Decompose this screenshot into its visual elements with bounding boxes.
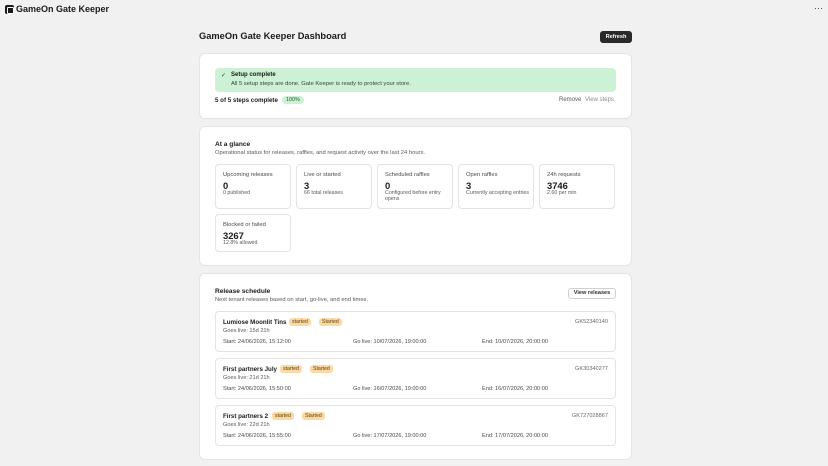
release-schedule-card: Release schedule Next tenant releases ba… [199, 273, 632, 460]
section-title: At a glance [215, 141, 251, 148]
view-releases-button[interactable]: View releases [568, 288, 616, 299]
stat-24h-requests: 24h requests 3746 2.60 per min [539, 164, 615, 209]
release-item[interactable]: First partners 2 started Started GK72702… [215, 405, 616, 446]
page-title: GameOn Gate Keeper Dashboard [199, 31, 347, 41]
refresh-button[interactable]: Refresh [600, 31, 632, 43]
stat-label: Live or started [304, 172, 341, 178]
release-item[interactable]: First partners July started Started GK30… [215, 358, 616, 399]
release-start: Start: 24/06/2026, 15:12:00 [223, 339, 291, 345]
at-a-glance-card: At a glance Operational status for relea… [199, 126, 632, 266]
stat-blocked-or-failed: Blocked or failed 3267 12.8% allowed [215, 214, 291, 252]
release-go-live: Go live: 17/07/2026, 19:00:00 [353, 433, 427, 439]
release-id: GK30340277 [575, 366, 608, 372]
view-steps-button[interactable]: View steps [585, 97, 614, 103]
release-start: Start: 24/06/2026, 15:55:00 [223, 433, 291, 439]
status-badge: Started [319, 318, 342, 326]
stat-label: Blocked or failed [223, 222, 266, 228]
release-goes-live: Goes live: 15d 21h [223, 328, 270, 334]
release-id: GK52340140 [575, 319, 608, 325]
app-logo-icon [5, 5, 14, 14]
stat-label: 24h requests [547, 172, 581, 178]
section-title: Release schedule [215, 288, 271, 295]
stat-label: Upcoming releases [223, 172, 273, 178]
stat-live-or-started: Live or started 3 66 total releases [296, 164, 372, 209]
release-id: GK727028867 [571, 413, 608, 419]
status-badge: started [289, 318, 311, 326]
stat-scheduled-raffles: Scheduled raffles 0 Configured before en… [377, 164, 453, 209]
release-name: First partners July [223, 366, 277, 373]
release-name: First partners 2 [223, 413, 269, 420]
section-subtitle: Next tenant releases based on start, go-… [215, 297, 369, 303]
status-badge: started [272, 412, 294, 420]
stat-open-raffles: Open raffles 3 Currently accepting entri… [458, 164, 534, 209]
more-dots-icon[interactable]: ⋯ [814, 3, 823, 14]
release-goes-live: Goes live: 22d 21h [223, 422, 270, 428]
release-go-live: Go live: 10/07/2026, 19:00:00 [353, 339, 427, 345]
release-end: End: 10/07/2026, 20:00:00 [482, 339, 548, 345]
check-icon: ✓ [221, 73, 227, 79]
stat-note: 0 published [223, 190, 251, 196]
release-start: Start: 24/06/2026, 15:50:00 [223, 386, 291, 392]
section-subtitle: Operational status for releases, raffles… [215, 150, 425, 156]
stat-note: Configured before entry opens [385, 190, 441, 203]
status-badge: Started [302, 412, 325, 420]
stat-note: Currently accepting entries [466, 190, 530, 196]
banner-title: Setup complete [231, 72, 276, 78]
release-end: End: 16/07/2026, 20:00:00 [482, 386, 548, 392]
stat-note: 12.8% allowed [223, 240, 258, 246]
remove-button[interactable]: Remove [559, 97, 581, 103]
release-name: Lumiose Moonlit Tins [223, 319, 287, 326]
release-item[interactable]: Lumiose Moonlit Tins started Started GK5… [215, 311, 616, 352]
stat-note: 2.60 per min [547, 190, 577, 196]
top-bar: GameOn Gate Keeper ⋯ [0, 0, 828, 20]
release-goes-live: Goes live: 21d 21h [223, 375, 270, 381]
stat-upcoming-releases: Upcoming releases 0 0 published [215, 164, 291, 209]
app-title: GameOn Gate Keeper [16, 4, 110, 14]
status-badge: Started [310, 365, 333, 373]
progress-percent-badge: 100% [282, 96, 304, 104]
banner-text: All 5 setup steps are done. Gate Keeper … [231, 81, 411, 87]
status-badge: started [280, 365, 302, 373]
setup-complete-banner: ✓ Setup complete All 5 setup steps are d… [215, 68, 616, 92]
release-end: End: 17/07/2026, 20:00:00 [482, 433, 548, 439]
steps-progress-label: 5 of 5 steps complete [215, 97, 278, 104]
release-go-live: Go live: 16/07/2026, 19:00:00 [353, 386, 427, 392]
stat-label: Open raffles [466, 172, 498, 178]
setup-card: ✓ Setup complete All 5 setup steps are d… [199, 53, 632, 119]
stat-note: 66 total releases [304, 190, 343, 196]
stat-label: Scheduled raffles [385, 172, 430, 178]
